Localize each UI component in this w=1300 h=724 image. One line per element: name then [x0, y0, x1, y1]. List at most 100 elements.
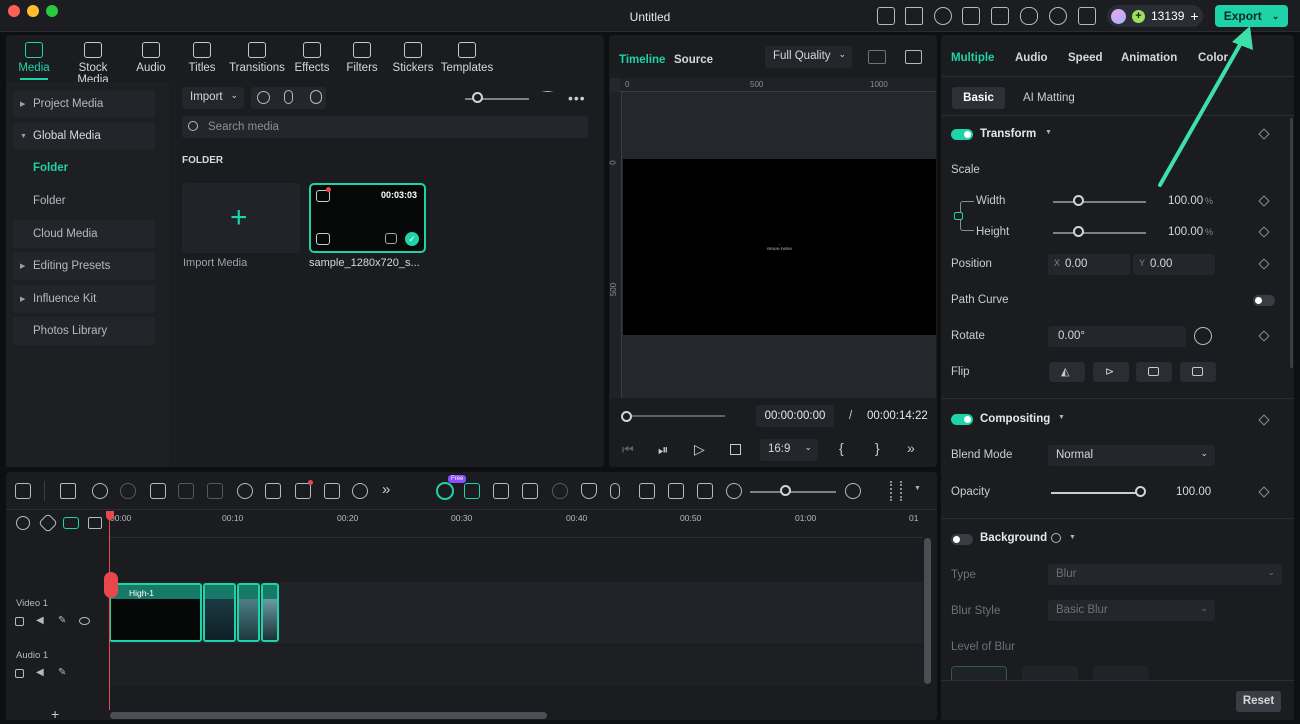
track-layout-icon[interactable]	[88, 517, 102, 529]
subtab-basic[interactable]: Basic	[952, 87, 1005, 109]
current-time[interactable]: 00:00:00:00	[756, 405, 834, 427]
timeline-zoom-knob[interactable]	[780, 485, 791, 496]
position-y-field[interactable]	[1133, 254, 1215, 275]
track-settings-icon[interactable]	[16, 516, 30, 530]
position-x-field[interactable]	[1048, 254, 1130, 275]
opacity-slider[interactable]	[1051, 492, 1141, 494]
add-track-button[interactable]: +	[51, 706, 59, 722]
audio-lock-icon[interactable]	[15, 669, 24, 678]
undo-icon[interactable]	[92, 483, 108, 499]
sidebar-item-project-media[interactable]: ▶ Project Media	[13, 90, 155, 118]
text-icon[interactable]	[265, 483, 281, 499]
support-icon[interactable]	[934, 7, 952, 25]
compositing-caret-icon[interactable]: ▼	[1058, 414, 1065, 421]
track-visibility-icon[interactable]	[79, 617, 90, 625]
props-scrollbar[interactable]	[1290, 118, 1293, 368]
preview-scrubber[interactable]	[621, 415, 725, 417]
transform-caret-icon[interactable]: ▼	[1045, 129, 1052, 136]
sidebar-item-editing-presets[interactable]: ▶ Editing Presets	[13, 252, 155, 280]
quality-dropdown[interactable]: Full Quality ⌄	[765, 46, 852, 68]
thumbnail-size-knob[interactable]	[472, 92, 483, 103]
track-volume-icon[interactable]: ◀	[36, 615, 44, 626]
layout-icon[interactable]	[962, 7, 980, 25]
crop-icon[interactable]	[207, 483, 223, 499]
microphone-icon[interactable]	[284, 90, 293, 104]
rotate-left-button[interactable]	[1180, 362, 1216, 382]
layout-grid-icon[interactable]	[15, 483, 31, 499]
mark-out-icon[interactable]: }	[875, 440, 880, 456]
media-clip-thumbnail[interactable]: 00:03:03 ✓	[309, 183, 426, 253]
timeline-horizontal-scrollbar[interactable]	[110, 712, 547, 719]
reset-button[interactable]: Reset	[1236, 691, 1281, 712]
motion-icon[interactable]	[552, 483, 568, 499]
chevron-down-icon[interactable]: ⌄	[1272, 11, 1280, 22]
record-screen-icon[interactable]	[257, 91, 270, 104]
send-icon[interactable]	[905, 7, 923, 25]
export-clip-icon[interactable]	[493, 483, 509, 499]
sidebar-item-cloud-media[interactable]: Cloud Media	[13, 220, 155, 248]
preview-scrubber-knob[interactable]	[621, 411, 632, 422]
aspect-ratio-dropdown[interactable]: 16:9 ⌄	[760, 439, 818, 461]
mark-in-icon[interactable]: {	[839, 440, 844, 456]
ai-copilot-icon[interactable]	[436, 482, 454, 500]
step-play-icon[interactable]: ⏯	[658, 442, 668, 458]
chevron-down-icon[interactable]: ▼	[914, 485, 921, 492]
delete-icon[interactable]	[150, 483, 166, 499]
opacity-value[interactable]: 100.00	[1176, 486, 1211, 498]
timeline-zoom-slider[interactable]	[750, 491, 836, 493]
background-caret-icon[interactable]: ▼	[1069, 534, 1076, 541]
sidebar-item-folder[interactable]: Folder	[33, 195, 66, 207]
props-tab-audio[interactable]: Audio	[1015, 52, 1048, 64]
snapshot-icon[interactable]	[905, 50, 922, 64]
more-options-icon[interactable]: •••	[568, 90, 586, 106]
shapes-icon[interactable]	[295, 483, 311, 499]
cut-icon[interactable]	[178, 483, 194, 499]
height-slider[interactable]	[1053, 232, 1146, 234]
playhead-clip-marker[interactable]	[104, 572, 118, 598]
blend-mode-dropdown[interactable]: Normal ⌄	[1048, 445, 1215, 466]
audio-effects-icon[interactable]: ✎	[58, 667, 66, 678]
save-icon[interactable]	[991, 7, 1009, 25]
props-tab-multiple[interactable]: Multiple	[951, 52, 994, 64]
opacity-slider-knob[interactable]	[1135, 486, 1146, 497]
play-icon[interactable]: ▷	[694, 441, 705, 458]
path-curve-toggle[interactable]	[1253, 295, 1275, 306]
sidebar-item-influence-kit[interactable]: ▶ Influence Kit	[13, 285, 155, 313]
tab-stickers[interactable]: Stickers	[383, 42, 443, 74]
sidebar-item-photos-library[interactable]: Photos Library	[13, 317, 155, 345]
sidebar-item-global-media[interactable]: ▼ Global Media	[13, 122, 155, 150]
sidebar-item-folder-active[interactable]: Folder	[33, 162, 68, 174]
select-tool-icon[interactable]	[60, 483, 76, 499]
ai-voice-icon[interactable]	[310, 90, 322, 104]
import-dropdown[interactable]: Import ⌄	[182, 87, 244, 109]
props-tab-speed[interactable]: Speed	[1068, 52, 1103, 64]
width-value[interactable]: 100.00	[1168, 195, 1203, 207]
audio-volume-icon[interactable]: ◀	[36, 667, 44, 678]
timeline-clip-4[interactable]	[261, 583, 279, 642]
flip-vertical-button[interactable]: ⊳	[1093, 362, 1129, 382]
grid-view-icon[interactable]	[868, 50, 886, 64]
rotate-right-button[interactable]	[1136, 362, 1172, 382]
type-dropdown[interactable]: Blur ⌄	[1048, 564, 1282, 585]
headset-icon[interactable]	[1049, 7, 1067, 25]
lock-icon[interactable]	[954, 212, 963, 220]
import-media-tile[interactable]: +	[182, 183, 300, 253]
avatar[interactable]	[1111, 8, 1126, 24]
image-edit-icon[interactable]	[522, 483, 538, 499]
audio-mixer-icon[interactable]	[639, 483, 655, 499]
tab-stock-media[interactable]: Stock Media	[63, 42, 123, 86]
filter-icon[interactable]	[541, 91, 554, 104]
compositing-toggle[interactable]	[951, 414, 973, 425]
width-slider[interactable]	[1053, 201, 1146, 203]
timeline-clip-2[interactable]	[203, 583, 236, 642]
background-toggle[interactable]	[951, 534, 973, 545]
apps-grid-icon[interactable]	[1078, 7, 1096, 25]
mask-icon[interactable]	[581, 483, 597, 499]
timeline-vertical-scrollbar[interactable]	[924, 538, 931, 684]
tab-transitions[interactable]: Transitions	[227, 42, 287, 74]
track-effects-icon[interactable]: ✎	[58, 615, 66, 626]
help-icon[interactable]	[1051, 533, 1061, 543]
gift-icon[interactable]	[877, 7, 895, 25]
voiceover-icon[interactable]	[610, 483, 620, 499]
zoom-out-icon[interactable]	[726, 483, 742, 499]
